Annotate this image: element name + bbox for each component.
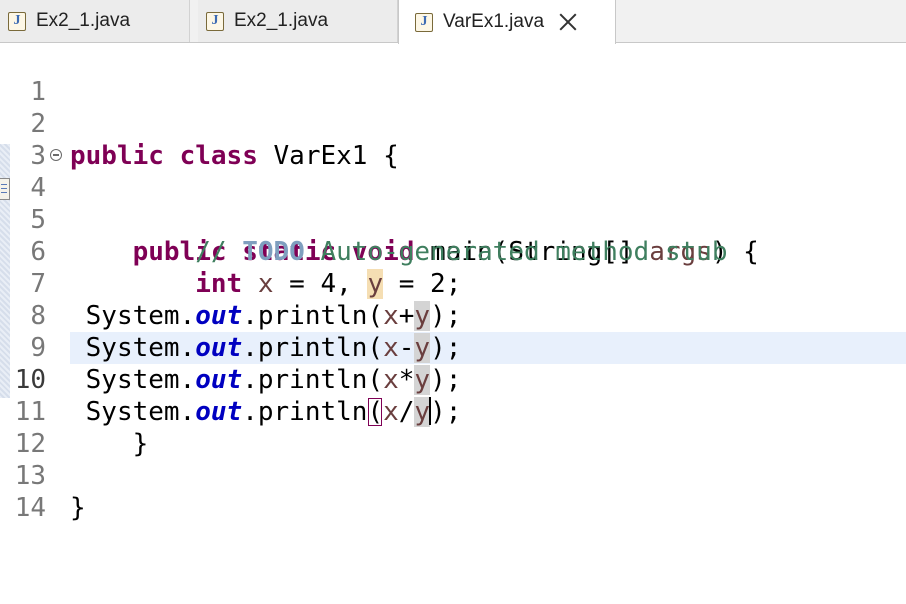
close-icon[interactable] [558,12,578,32]
code-text: } [70,492,86,524]
code-line: 6 int x = 4, y = 2; [0,204,906,299]
editor-tab-bar: J Ex2_1.java J Ex2_1.java J VarEx1.java [0,0,906,44]
code-line: 2 public class VarEx1 { [0,76,906,171]
line-number: 14 [14,493,46,523]
tab-varex1-java[interactable]: J VarEx1.java [398,0,616,44]
code-line: 5 // TODO Auto-generated method stub [0,172,906,267]
code-line: 8 System.out.println(x-y); [0,268,906,363]
brace: } [70,493,86,523]
code-line-current: 10 System.out.println(x/y); [0,332,906,427]
java-file-icon: J [415,12,433,32]
tab-label: Ex2_1.java [36,10,131,31]
java-file-icon: J [8,11,26,31]
code-line: 13 } [0,428,906,523]
tab-ex2-1-java-a[interactable]: J Ex2_1.java [0,0,190,42]
tab-label: VarEx1.java [443,11,545,32]
tab-label: Ex2_1.java [234,10,329,31]
code-line: 9 System.out.println(x*y); [0,300,906,395]
code-line: 1 [0,44,906,107]
code-line: 12 [0,396,906,459]
code-line: 14 [0,460,906,523]
code-line: 3 [0,108,906,171]
collapse-fold-icon[interactable] [50,149,62,161]
code-line: 4 public static void main(String[] args)… [0,140,906,267]
java-file-icon: J [206,11,224,31]
code-editor[interactable]: 1 2 public class VarEx1 { 3 4 public sta… [0,44,906,604]
code-line: 7 System.out.println(x+y); [0,236,906,331]
code-line: 11 } [0,364,906,459]
tab-ex2-1-java-b[interactable]: J Ex2_1.java [198,0,398,42]
